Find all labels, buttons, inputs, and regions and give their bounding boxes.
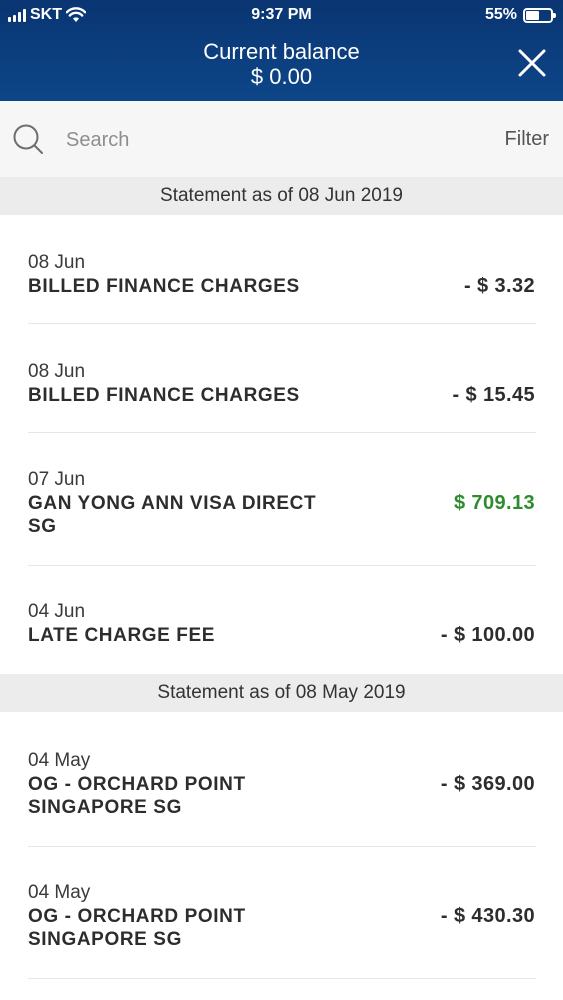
statement-header: Statement as of 08 Jun 2019 [0, 177, 563, 215]
transaction-description: BILLED FINANCE CHARGES [28, 385, 300, 406]
divider [28, 432, 536, 433]
transaction-date: 04 May [28, 750, 91, 771]
balance-amount: $ 0.00 [250, 64, 313, 89]
transaction-description: LATE CHARGE FEE [28, 625, 216, 646]
transaction-amount: - $ 430.30 [440, 905, 535, 927]
filter-button[interactable]: Filter [505, 128, 549, 151]
transaction-date: 04 Jun [28, 601, 86, 622]
status-bar: SKT 9:37 PM 55% [0, 0, 563, 30]
transaction-date: 04 May [28, 882, 91, 903]
battery-icon [523, 7, 556, 23]
header: SKT 9:37 PM 55% Current balance $ 0.00 [0, 0, 563, 101]
transaction-amount: - $ 369.00 [440, 773, 535, 795]
divider [28, 978, 536, 979]
status-time: 9:37 PM [251, 6, 312, 23]
search-bar: Filter [0, 101, 563, 177]
transaction-description: GAN YONG ANN VISA DIRECT SG [28, 493, 317, 537]
transaction-amount: - $ 100.00 [440, 624, 535, 646]
divider [28, 323, 536, 324]
transaction-amount: - $ 3.32 [463, 275, 535, 297]
search-icon [13, 124, 43, 154]
balance-title: Current balance [203, 39, 360, 64]
divider [28, 565, 536, 566]
transaction-description: OG - ORCHARD POINT SINGAPORE SG [28, 774, 246, 818]
search-input[interactable] [66, 125, 446, 155]
divider [28, 846, 536, 847]
transaction-amount: - $ 15.45 [452, 384, 535, 406]
transaction-date: 07 Jun [28, 469, 86, 490]
close-icon[interactable] [517, 48, 547, 78]
transaction-description: BILLED FINANCE CHARGES [28, 276, 300, 297]
transaction-date: 08 Jun [28, 361, 86, 382]
transaction-amount: $ 709.13 [453, 492, 535, 514]
battery-percent: 55% [484, 6, 517, 23]
statement-header: Statement as of 08 May 2019 [0, 674, 563, 712]
transaction-description: OG - ORCHARD POINT SINGAPORE SG [28, 906, 246, 950]
transaction-date: 08 Jun [28, 252, 86, 273]
